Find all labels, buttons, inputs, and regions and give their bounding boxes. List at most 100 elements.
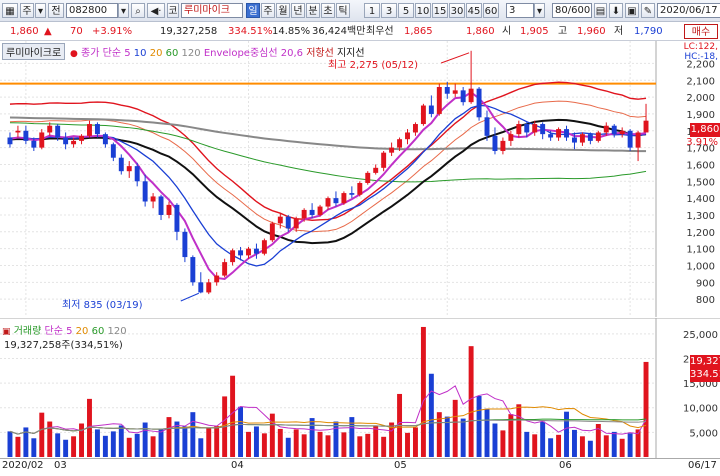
- volume-bar: [532, 434, 538, 457]
- price-chart[interactable]: 800 900 1,000 1,100 1,200 1,300 1,400 1,500 1,60…: [0, 41, 720, 317]
- candle-body: [253, 248, 259, 254]
- candle-body: [150, 196, 156, 202]
- candle-body: [31, 140, 37, 148]
- candle-body: [285, 216, 291, 229]
- volume-bar: [206, 427, 212, 457]
- date-label: 06/17: [688, 460, 717, 471]
- y-tick-label: 10,000: [683, 404, 718, 415]
- candle-body: [524, 124, 530, 133]
- candle-body: [389, 147, 395, 153]
- y-tick-label: 1,900: [686, 110, 715, 121]
- volume-bar: [238, 406, 244, 457]
- candle-body: [110, 144, 116, 158]
- candle-body: [349, 193, 355, 195]
- interval-button-1[interactable]: 1: [364, 3, 380, 18]
- download-icon[interactable]: ⬇: [609, 3, 623, 18]
- interval-dropdown-icon[interactable]: ▾: [534, 3, 545, 18]
- volume-bar: [619, 438, 625, 457]
- period-button-6[interactable]: 틱: [336, 3, 350, 18]
- date-label: 05: [394, 460, 407, 471]
- period-button-5[interactable]: 초: [321, 3, 335, 18]
- volume-bar: [476, 395, 482, 457]
- market-dropdown-icon[interactable]: ▾: [35, 3, 46, 18]
- volume-bar: [317, 431, 323, 457]
- candle-body: [293, 218, 299, 229]
- envelope-label: Envelope중심선 20,6: [203, 48, 303, 59]
- current-pct-badge: 3.91%: [686, 137, 718, 148]
- candle-body: [492, 135, 498, 151]
- candle-body: [556, 129, 562, 138]
- interval-button-3[interactable]: 3: [381, 3, 397, 18]
- type-selector[interactable]: 전: [48, 3, 64, 18]
- date-label: 03: [54, 460, 67, 471]
- calendar-icon[interactable]: ▣: [625, 3, 639, 18]
- up-arrow-icon: ▲: [44, 26, 52, 37]
- candle-body: [436, 86, 442, 114]
- price-panel: 800 900 1,000 1,100 1,200 1,300 1,400 1,500 1,60…: [0, 41, 720, 317]
- candle-body: [63, 137, 69, 145]
- volume-bar: [142, 422, 148, 457]
- count-step-icon[interactable]: ▤: [594, 3, 607, 18]
- candle-body: [516, 124, 522, 135]
- candle-body: [579, 134, 585, 143]
- best-ask-label: 최우선: [366, 26, 394, 37]
- grid-menu-icon[interactable]: ▦: [2, 3, 18, 18]
- candle-body: [94, 124, 100, 135]
- candle-body: [476, 88, 482, 118]
- candle-body: [365, 172, 371, 183]
- speaker-icon[interactable]: ◀·: [147, 3, 165, 18]
- ma60-label: 60: [165, 48, 179, 59]
- candle-body: [182, 231, 188, 258]
- interval-button-15[interactable]: 15: [432, 3, 448, 18]
- volume-bar: [540, 421, 546, 457]
- stock-code-input[interactable]: 082800: [66, 3, 118, 18]
- period-button-0[interactable]: 일: [246, 3, 260, 18]
- candle-body: [166, 204, 172, 215]
- interval-value-input[interactable]: 3: [506, 3, 534, 18]
- volume-bar: [309, 418, 315, 457]
- candle-body: [572, 137, 577, 143]
- candle-body: [55, 125, 61, 138]
- candle-body: [548, 134, 554, 138]
- market-toggle[interactable]: 주: [20, 3, 34, 18]
- volume-bar: [325, 435, 331, 457]
- volume-value-text: 19,327,258주(334,51%): [4, 340, 123, 351]
- interval-button-45[interactable]: 45: [466, 3, 482, 18]
- candle-body: [23, 130, 29, 141]
- interval-button-10[interactable]: 10: [415, 3, 431, 18]
- pin-icon[interactable]: ✎: [641, 3, 655, 18]
- code-dropdown-icon[interactable]: ▾: [118, 3, 129, 18]
- candle-body: [420, 105, 426, 125]
- date-input[interactable]: 2020/06/17: [657, 3, 720, 18]
- period-button-4[interactable]: 분: [306, 3, 320, 18]
- period-button-2[interactable]: 월: [276, 3, 290, 18]
- interval-button-30[interactable]: 30: [449, 3, 465, 18]
- candle-body: [540, 124, 546, 135]
- interval-button-60[interactable]: 60: [483, 3, 499, 18]
- interval-button-5[interactable]: 5: [398, 3, 414, 18]
- period-button-1[interactable]: 주: [261, 3, 275, 18]
- volume-bar: [110, 431, 116, 457]
- candle-body: [261, 240, 267, 254]
- candle-body: [500, 140, 506, 151]
- search-icon[interactable]: ⌕: [131, 3, 145, 18]
- candle-body: [47, 125, 53, 133]
- open-price: 1,905: [520, 26, 549, 37]
- buy-button[interactable]: 매수: [684, 24, 718, 39]
- volume-bar: [31, 438, 37, 457]
- candle-body: [309, 209, 315, 215]
- low-label: 저: [614, 26, 624, 37]
- volume-bar: [564, 411, 569, 457]
- stock-name-field[interactable]: 루미마이크: [181, 3, 243, 18]
- candle-body: [333, 198, 339, 204]
- date-label: 04: [231, 460, 244, 471]
- count-input[interactable]: 80/600: [552, 3, 592, 18]
- price-chart-name[interactable]: 루미마이크로: [2, 43, 66, 60]
- volume-bar: [460, 418, 466, 457]
- period-button-3[interactable]: 년: [291, 3, 305, 18]
- volume-panel: 5,00010,00015,00020,00025,000 ▣ 거래량 단순 5…: [0, 317, 720, 458]
- volume-bar: [373, 425, 379, 457]
- candle-body: [587, 134, 593, 141]
- volume-bar: [500, 430, 506, 457]
- candle-body: [373, 167, 379, 173]
